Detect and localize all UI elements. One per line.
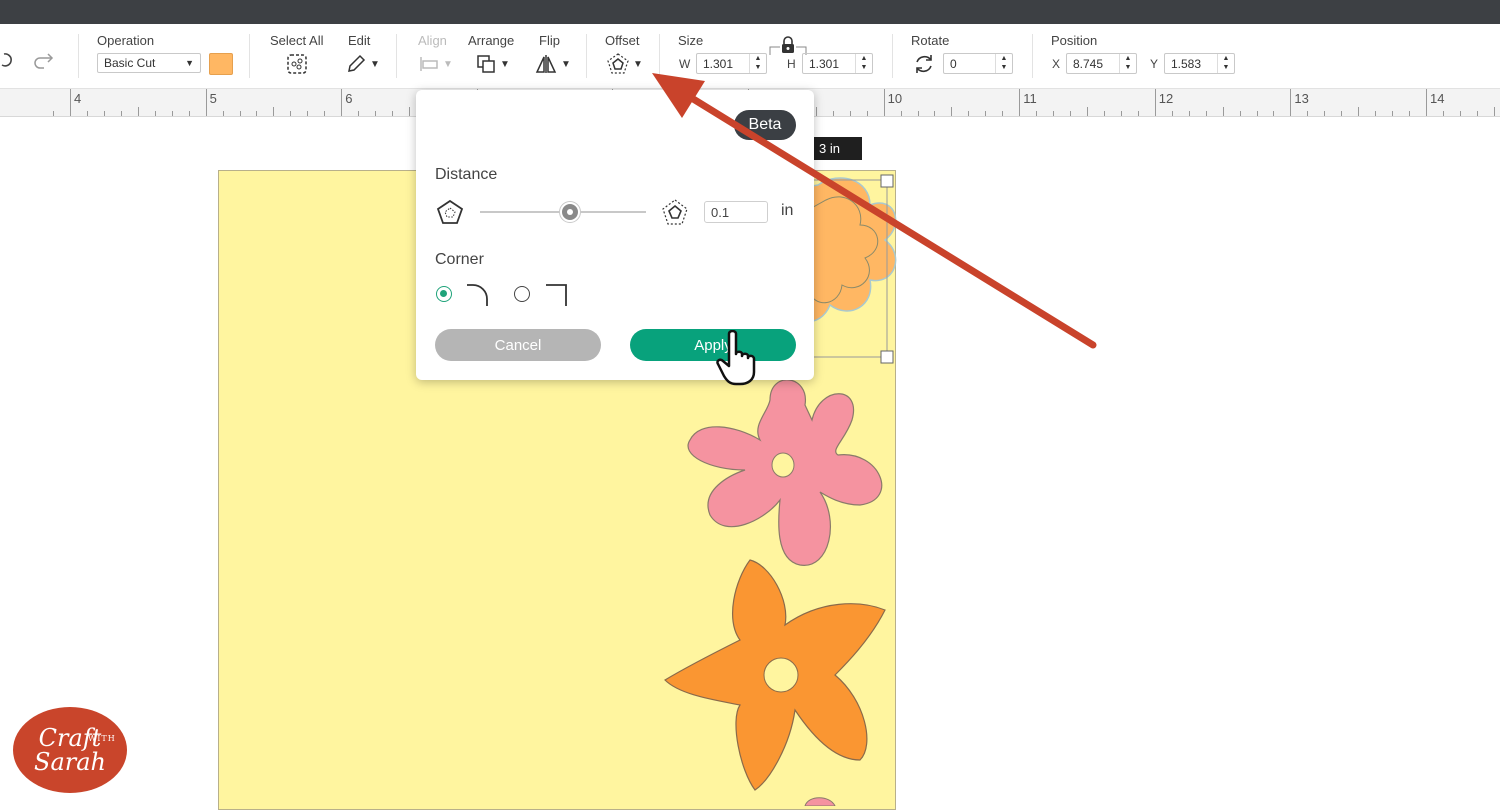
partial-flower	[804, 797, 836, 806]
distance-label: Distance	[435, 166, 498, 183]
corner-label: Corner	[435, 251, 484, 268]
hand-cursor-icon	[716, 330, 756, 386]
offset-outer-icon[interactable]	[661, 198, 689, 226]
craft-with-sarah-logo: Craft WITH Sarah	[13, 707, 127, 793]
orange-flower[interactable]	[664, 559, 886, 791]
square-corner-icon	[546, 284, 567, 306]
distance-slider-thumb[interactable]	[559, 202, 580, 222]
cancel-button[interactable]: Cancel	[435, 329, 601, 361]
distance-input[interactable]: 0.1	[704, 201, 768, 223]
resize-handle[interactable]	[880, 174, 894, 188]
distance-value: 0.1	[711, 204, 730, 220]
logo-with: WITH	[88, 734, 116, 743]
resize-handle[interactable]	[880, 350, 894, 364]
apply-button[interactable]: Apply	[630, 329, 796, 361]
beta-badge: Beta	[734, 110, 796, 140]
logo-line2: Sarah	[34, 748, 106, 776]
offset-inner-icon[interactable]	[436, 199, 464, 225]
corner-square-radio[interactable]	[514, 286, 530, 302]
distance-unit: in	[781, 202, 794, 219]
rounded-corner-icon	[467, 284, 488, 306]
pink-flower[interactable]	[687, 379, 883, 566]
corner-rounded-radio[interactable]	[436, 286, 452, 302]
